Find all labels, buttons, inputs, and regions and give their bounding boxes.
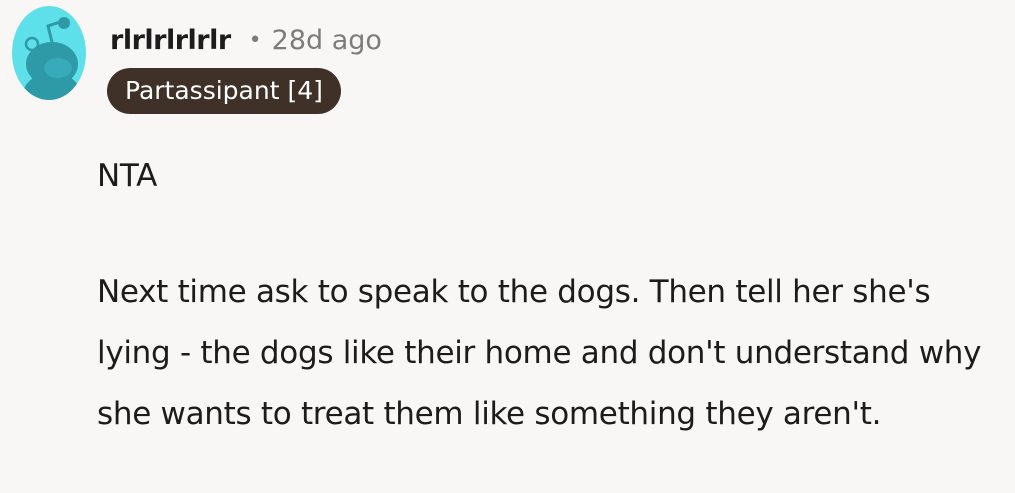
meta-separator: • [248,27,262,53]
comment-verdict: NTA [97,158,158,194]
avatar[interactable] [12,6,86,100]
user-flair-badge: Partassipant [4] [107,68,341,114]
comment-header: rlrlrlrlrlr • 28d ago [110,18,382,62]
comment-timestamp[interactable]: 28d ago [272,25,382,56]
comment-text: Next time ask to speak to the dogs. Then… [97,274,982,432]
author-username[interactable]: rlrlrlrlrlr [110,25,231,56]
snoo-avatar-icon [12,6,86,100]
comment-body: NTA Next time ask to speak to the dogs. … [97,146,1002,445]
